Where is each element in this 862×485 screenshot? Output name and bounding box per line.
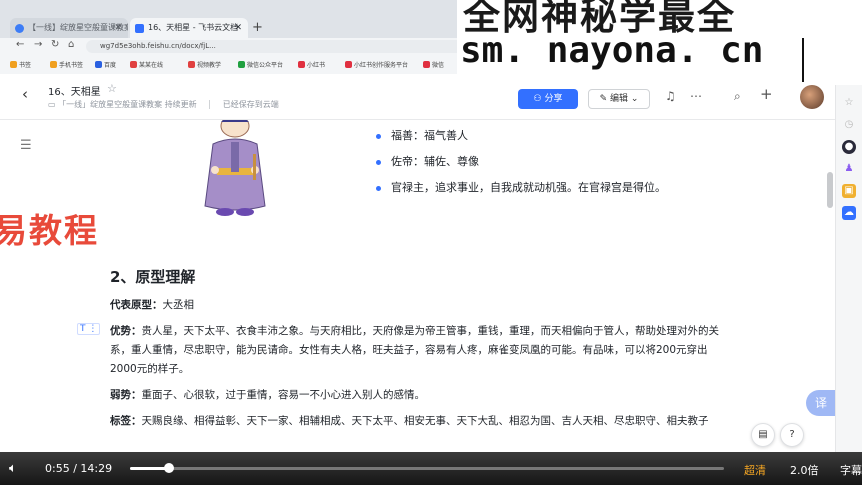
progress-handle[interactable] (163, 463, 174, 473)
search-icon[interactable]: ⌕ (734, 89, 741, 104)
tab-label: 16、天相星 - 飞书云文档 (148, 23, 239, 32)
outline-icon[interactable]: ☰ (20, 138, 32, 153)
progress-slider[interactable] (130, 463, 724, 473)
watermark-overlay: 全网神秘学最全 sm. nayona. cn (457, 0, 862, 85)
avatar[interactable] (800, 85, 824, 109)
playback-time: 0:55 / 14:29 (45, 462, 112, 475)
section-heading: 2、原型理解 (110, 268, 196, 286)
save-status: 已经保存到云端 (222, 100, 279, 109)
breadcrumb: ▭ 「一线」绽放星空般童课教案 持续更新 已经保存到云端 (48, 99, 279, 110)
subtitles-button[interactable]: 字幕 (840, 462, 862, 478)
list-item: 福善：福气善人 (374, 126, 824, 152)
url-input[interactable]: wg7d5e3ohb.feishu.cn/docx/fjL... (86, 40, 506, 53)
bookmark-item[interactable]: 某某在线 (130, 60, 163, 69)
bookmark-item[interactable]: 手机书签 (50, 60, 83, 69)
close-icon[interactable]: ✕ (114, 18, 122, 38)
notification-icon[interactable]: ♫ (665, 89, 676, 103)
bookmark-item[interactable]: 微信 (423, 60, 444, 69)
current-time: 0:55 (45, 462, 70, 475)
star-icon[interactable]: ☆ (107, 82, 117, 95)
reload-icon[interactable]: ↻ (51, 39, 59, 50)
tab-favicon-icon (135, 24, 144, 33)
home-icon[interactable]: ⌂ (68, 39, 74, 50)
paragraph-advantage: 优势：贵人星，天下太平、衣食丰沛之象。与天府相比，天府像是为帝王管事，重钱，重理… (110, 322, 728, 379)
bookmark-item[interactable]: 小红书 (298, 60, 325, 69)
paragraph-archetype: 代表原型：大丞相 (110, 296, 728, 315)
doc-body: ☰ 易教程 福善：福气善人 佐帝：辅佐、尊像 官禄主，追求事业，自我成就动机强。… (0, 120, 835, 452)
breadcrumb-space[interactable]: 「一线」绽放星空般童课教案 持续更新 (58, 100, 197, 109)
share-icon: ⚇ (533, 94, 545, 104)
chevron-down-icon: ⌄ (628, 94, 639, 104)
bookmark-icon (188, 61, 195, 68)
bookmark-item[interactable]: 视频教学 (188, 60, 221, 69)
overlay-caption: 易教程 (0, 211, 99, 250)
list-item: 佐帝：辅佐、尊像 (374, 152, 824, 178)
progress-fill (130, 467, 169, 470)
edit-mode-button[interactable]: ✎ 编辑 ⌄ (588, 89, 650, 109)
folder-icon: ▭ (48, 100, 56, 109)
scrollbar[interactable] (827, 172, 833, 208)
bookmark-icon (10, 61, 17, 68)
bookmark-icon (130, 61, 137, 68)
bookmark-icon (423, 61, 430, 68)
weakness-text: 重面子、心很软，过于重情，容易一不小心进入别人的感情。 (141, 389, 426, 401)
video-player-bar: 🔈︎ 0:55 / 14:29 超清 2.0倍 字幕 (0, 452, 862, 485)
wechat-icon (238, 61, 245, 68)
quality-button[interactable]: 超清 (744, 462, 766, 478)
paragraph-weakness: 弱势：重面子、心很软，过于重情，容易一不小心进入别人的感情。 (110, 386, 728, 405)
time-separator: / (73, 462, 77, 475)
new-tab-button[interactable]: + (252, 18, 263, 38)
bookmark-item[interactable]: 小红书创作服务平台 (345, 60, 408, 69)
side-dock: ☆ ◷ ● ♟ ▣ ☁ (835, 74, 862, 452)
forward-arrow-icon[interactable]: → (34, 39, 42, 50)
star-icon[interactable]: ☆ (842, 96, 856, 110)
tab-favicon-icon (15, 24, 24, 33)
bookmark-item[interactable]: 书签 (10, 60, 31, 69)
character-illustration (204, 120, 266, 216)
tab-label: 【一线】绽放星空般童课教案 - 飞书 (28, 23, 128, 32)
xiaohongshu-icon (298, 61, 305, 68)
divider (209, 100, 211, 109)
doc-title: 16、天相星 (48, 87, 101, 98)
archetype-value: 大丞相 (162, 299, 195, 311)
comment-icon[interactable]: ▤ (751, 423, 775, 447)
translate-button[interactable]: 译 (806, 390, 835, 416)
tags-text: 天赐良缘、相得益彰、天下一家、相辅相成、天下太平、相安无事、天下大乱、相忍为国、… (141, 415, 709, 427)
add-icon[interactable]: + (760, 85, 773, 103)
back-arrow-icon[interactable]: ← (16, 39, 24, 50)
speed-button[interactable]: 2.0倍 (790, 462, 819, 478)
bag-icon[interactable]: ▣ (842, 184, 856, 198)
bookmark-item[interactable]: 微信公众平台 (238, 60, 283, 69)
bookmark-icon (50, 61, 57, 68)
archetype-label: 代表原型： (110, 299, 163, 311)
bookmark-item[interactable]: 百度 (95, 60, 116, 69)
pencil-icon: ✎ (599, 94, 610, 104)
text-block-handle-icon[interactable]: T ⋮ (77, 323, 101, 335)
volume-icon[interactable]: 🔈︎ (9, 461, 17, 476)
xiaohongshu-icon (345, 61, 352, 68)
tags-label: 标签： (110, 415, 142, 427)
more-icon[interactable]: ⋯ (690, 89, 702, 103)
back-chevron-icon[interactable]: ‹ (22, 85, 28, 103)
share-button[interactable]: ⚇ 分享 (518, 89, 578, 109)
game-icon[interactable]: ♟ (842, 162, 856, 176)
baidu-icon (95, 61, 102, 68)
weakness-label: 弱势： (110, 389, 142, 401)
bullet-list: 福善：福气善人 佐帝：辅佐、尊像 官禄主，追求事业，自我成就动机强。在官禄宫是得… (374, 126, 824, 204)
app-icon[interactable]: ● (842, 140, 856, 154)
browser-tab-1[interactable]: 【一线】绽放星空般童课教案 - 飞书 ✕ (10, 18, 128, 38)
browser-tab-2[interactable]: 16、天相星 - 飞书云文档 ✕ (130, 18, 248, 38)
text-cursor (802, 38, 804, 82)
close-icon[interactable]: ✕ (234, 18, 242, 38)
help-icon[interactable]: ? (780, 423, 804, 447)
clock-icon[interactable]: ◷ (842, 118, 856, 132)
watermark-line-2: sm. nayona. cn (460, 30, 764, 71)
total-time: 14:29 (80, 462, 113, 475)
list-item: 官禄主，追求事业，自我成就动机强。在官禄宫是得位。 (374, 178, 824, 204)
cloud-icon[interactable]: ☁ (842, 206, 856, 220)
advantage-text: 贵人星，天下太平、衣食丰沛之象。与天府相比，天府像是为帝王管事，重钱，重理，而天… (110, 325, 719, 375)
advantage-label: 优势： (110, 325, 142, 337)
paragraph-tags: 标签：天赐良缘、相得益彰、天下一家、相辅相成、天下太平、相安无事、天下大乱、相忍… (110, 412, 728, 431)
